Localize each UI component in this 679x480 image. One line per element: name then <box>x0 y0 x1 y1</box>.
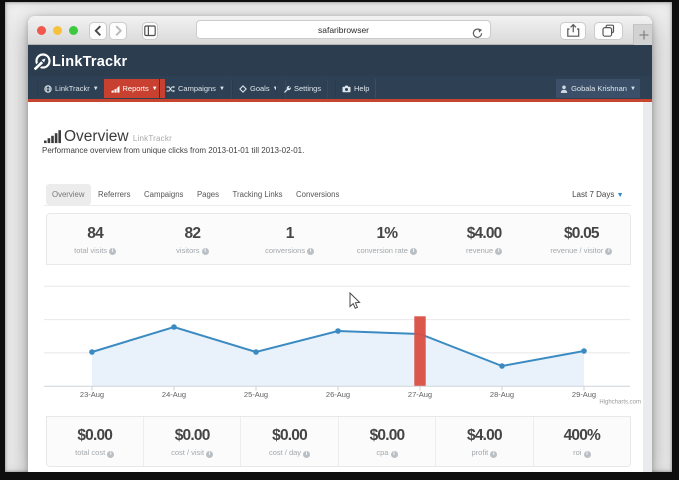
svg-text:Highcharts.com: Highcharts.com <box>599 399 641 405</box>
svg-text:26-Aug: 26-Aug <box>326 390 350 399</box>
svg-text:24-Aug: 24-Aug <box>162 390 186 399</box>
svg-text:29-Aug: 29-Aug <box>572 390 596 399</box>
svg-text:27-Aug: 27-Aug <box>408 390 432 399</box>
svg-text:25-Aug: 25-Aug <box>244 390 268 399</box>
svg-text:23-Aug: 23-Aug <box>80 390 104 399</box>
svg-text:28-Aug: 28-Aug <box>490 390 514 399</box>
